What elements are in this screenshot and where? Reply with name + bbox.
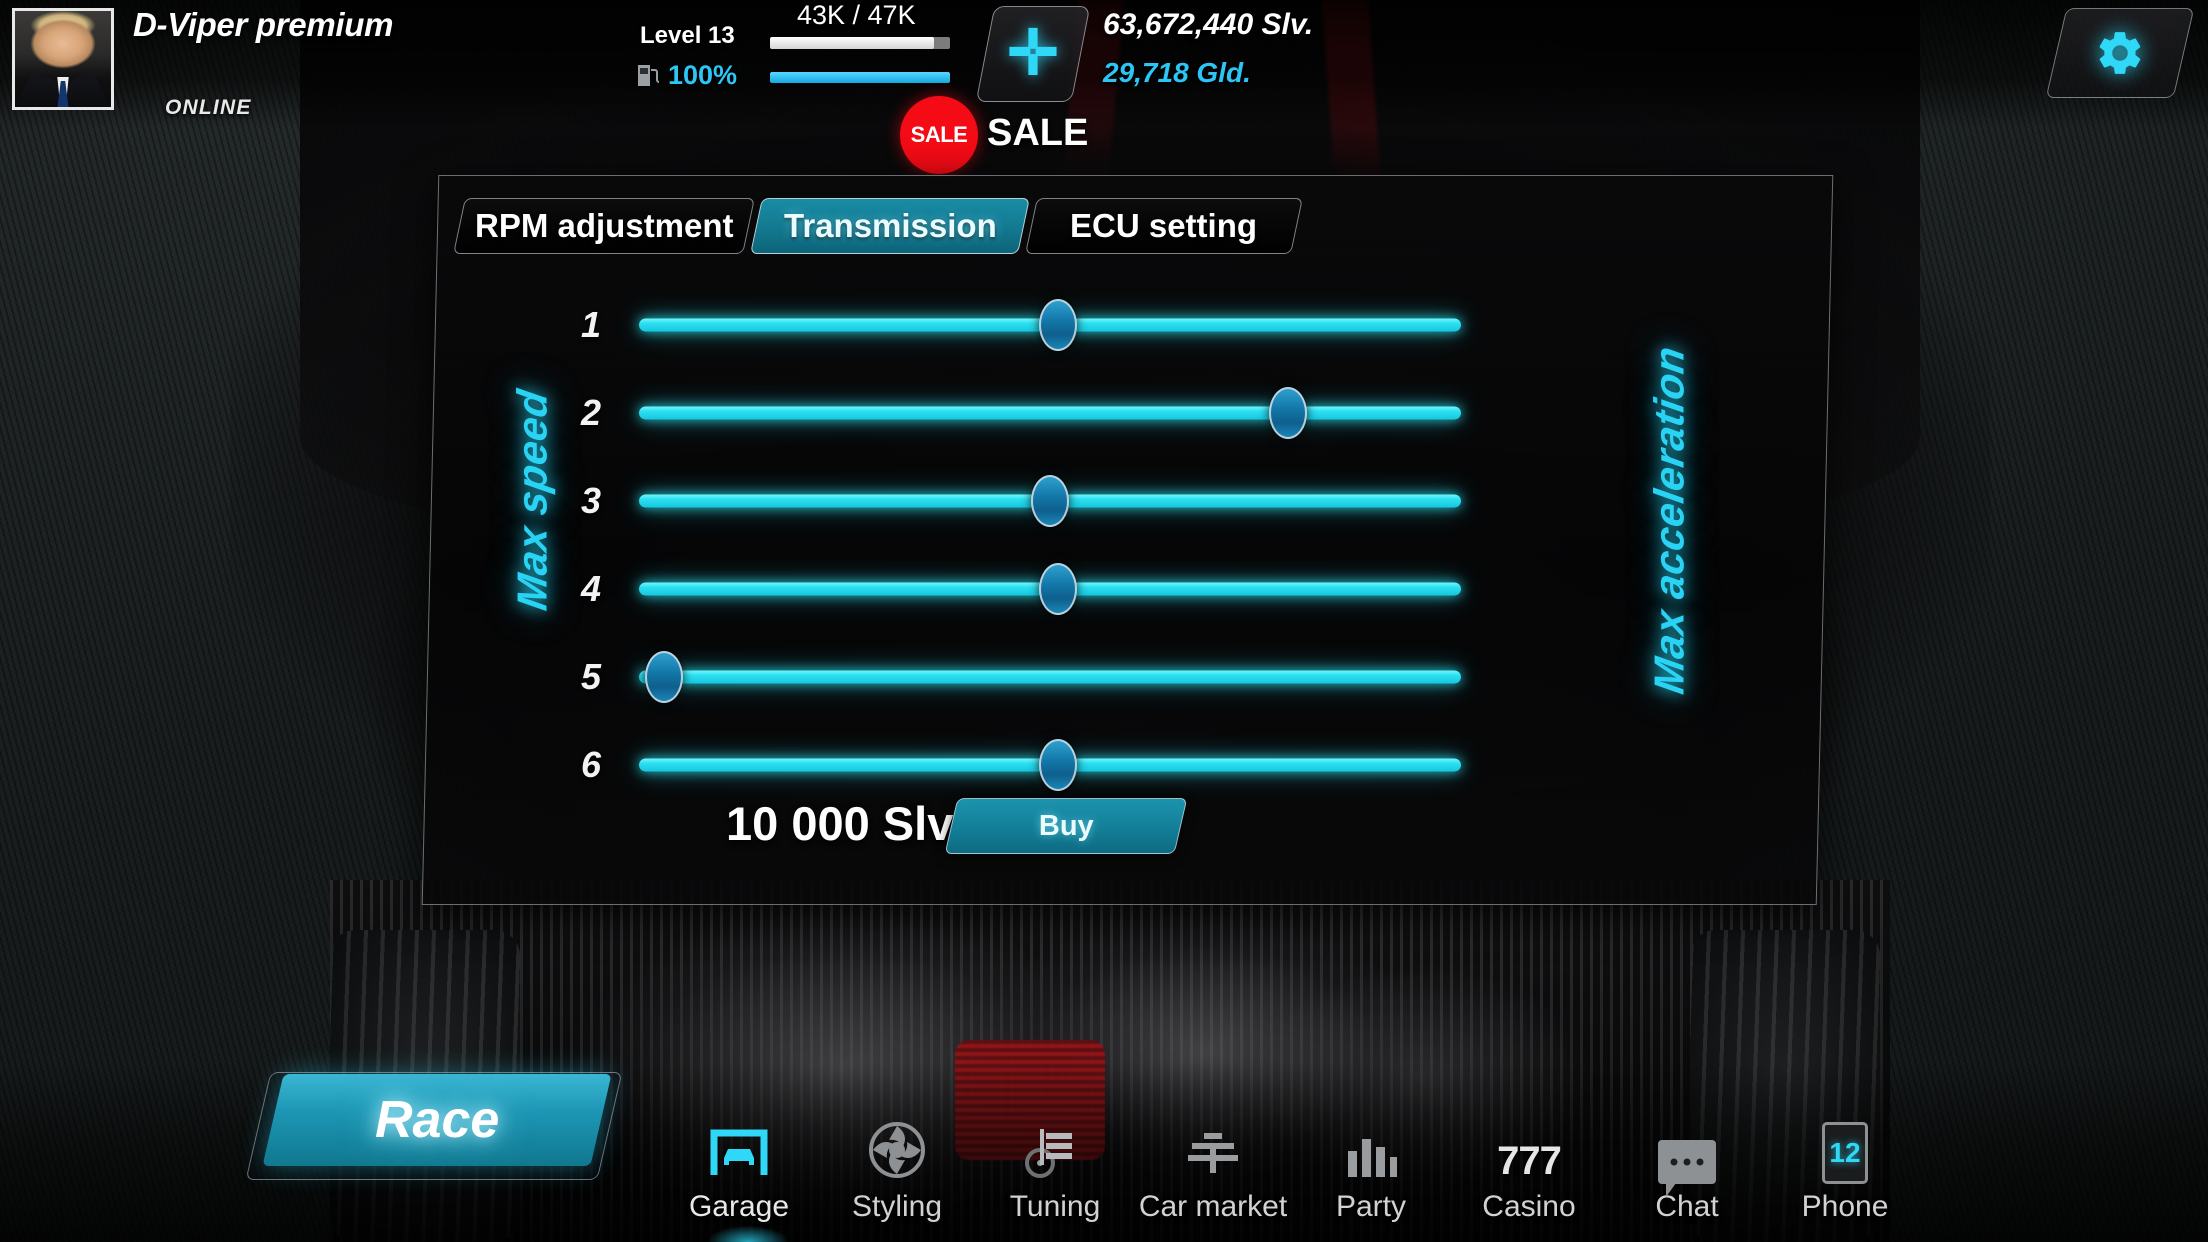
- bottom-bar: Race Garage Styling Tuning Car market Party 7…: [0, 1062, 2208, 1242]
- axis-label-max-acceleration: Max acceleration: [1645, 342, 1693, 697]
- gear-number: 6: [581, 744, 602, 785]
- top-hud: D-Viper premium ONLINE Level 13 43K / 47…: [0, 0, 2208, 174]
- nav-icon-wrap: [708, 1120, 770, 1184]
- xp-bar-fill: [770, 37, 934, 49]
- nav-item-label: Chat: [1655, 1190, 1719, 1223]
- phone-icon: 12: [1822, 1122, 1868, 1184]
- nav-item-label: Car market: [1138, 1190, 1288, 1223]
- wheel-icon: [868, 1121, 926, 1184]
- gear-icon: [2099, 32, 2141, 74]
- tab-ecu-setting[interactable]: ECU setting: [1025, 198, 1303, 254]
- nav-item-label: Phone: [1801, 1190, 1889, 1223]
- nav-icon-wrap: [1658, 1120, 1716, 1197]
- gear-number: 4: [581, 568, 602, 609]
- nav-icon-wrap: [868, 1120, 926, 1184]
- settings-button[interactable]: [2045, 8, 2195, 98]
- tab-transmission[interactable]: Transmission: [750, 198, 1030, 254]
- gear-row-4: 4: [581, 545, 1461, 633]
- buy-button-label: Buy: [1038, 809, 1094, 842]
- gear-number: 2: [581, 392, 602, 433]
- tab-label: ECU setting: [1070, 207, 1258, 244]
- nav-item-label: Casino: [1482, 1190, 1576, 1223]
- toolbox-icon: [1024, 1121, 1086, 1184]
- slider-track[interactable]: [639, 670, 1461, 684]
- buy-button[interactable]: Buy: [944, 798, 1188, 854]
- game-screen: D-Viper premium ONLINE Level 13 43K / 47…: [0, 0, 2208, 1242]
- nav-icon-wrap: [1182, 1120, 1244, 1184]
- nav-bar: Garage Styling Tuning Car market Party 777 Cas…: [660, 1120, 1924, 1230]
- gear-slider-1[interactable]: [639, 299, 1461, 351]
- gear-slider-5[interactable]: [639, 651, 1461, 703]
- slider-knob[interactable]: [1039, 299, 1078, 351]
- gold-amount: 29,718 Gld.: [1103, 57, 1251, 88]
- gear-slider-4[interactable]: [639, 563, 1461, 615]
- gear-row-2: 2: [581, 369, 1461, 457]
- gear-number: 3: [581, 480, 602, 521]
- avatar[interactable]: [12, 8, 114, 110]
- nav-item-garage[interactable]: Garage: [660, 1120, 818, 1230]
- gear-slider-3[interactable]: [639, 475, 1461, 527]
- sale-label: SALE: [987, 112, 1089, 154]
- nav-item-casino[interactable]: 777 Casino: [1450, 1120, 1608, 1230]
- nav-item-phone[interactable]: 12 Phone: [1766, 1120, 1924, 1230]
- tab-label: RPM adjustment: [474, 207, 734, 244]
- nav-icon-wrap: 777: [1497, 1120, 1562, 1184]
- slot-777-icon: 777: [1497, 1139, 1562, 1183]
- race-button[interactable]: Race: [262, 1074, 612, 1166]
- gear-number: 5: [581, 656, 602, 697]
- nav-item-label: Tuning: [1009, 1190, 1101, 1223]
- gear-row-1: 1: [581, 281, 1461, 369]
- tuning-panel: RPM adjustment Transmission ECU setting …: [421, 175, 1834, 905]
- online-status: ONLINE: [165, 96, 252, 119]
- axis-label-max-speed: Max speed: [508, 386, 556, 614]
- gear-row-6: 6: [581, 721, 1461, 809]
- slider-knob[interactable]: [1039, 563, 1078, 615]
- tab-label: Transmission: [783, 207, 997, 244]
- party-icon: [1342, 1125, 1400, 1184]
- nav-item-styling[interactable]: Styling: [818, 1120, 976, 1230]
- nav-item-label: Party: [1335, 1190, 1407, 1223]
- sale-badge: SALE: [900, 96, 978, 174]
- plus-icon: ✛: [1007, 19, 1059, 88]
- gear-row-5: 5: [581, 633, 1461, 721]
- phone-badge: 12: [1829, 1137, 1861, 1168]
- race-button-label: Race: [374, 1091, 500, 1149]
- nav-icon-wrap: [1024, 1120, 1086, 1184]
- nav-item-label: Styling: [851, 1190, 943, 1223]
- fuel-bar-fill: [770, 72, 950, 83]
- market-icon: [1182, 1125, 1244, 1184]
- nav-item-tuning[interactable]: Tuning: [976, 1120, 1134, 1230]
- silver-amount: 63,672,440 Slv.: [1103, 8, 1314, 41]
- gear-row-3: 3: [581, 457, 1461, 545]
- xp-text: 43K / 47K: [797, 0, 916, 30]
- level-label: Level 13: [640, 22, 735, 49]
- xp-bar: [770, 37, 950, 49]
- gear-slider-list: 1 2 3 4 5 6: [581, 281, 1461, 809]
- nav-item-party[interactable]: Party: [1292, 1120, 1450, 1230]
- gear-slider-6[interactable]: [639, 739, 1461, 791]
- nav-item-label: Garage: [688, 1190, 790, 1223]
- slider-knob[interactable]: [1269, 387, 1308, 439]
- slider-knob[interactable]: [1031, 475, 1069, 527]
- tab-bar: RPM adjustment Transmission ECU setting: [453, 198, 1303, 254]
- nav-icon-wrap: 12: [1822, 1120, 1868, 1184]
- nav-icon-wrap: [1342, 1120, 1400, 1184]
- fuel-pump-icon: [638, 65, 659, 86]
- slider-knob[interactable]: [644, 651, 683, 703]
- fuel-bar: [770, 72, 950, 83]
- chat-bubble-icon: [1658, 1140, 1716, 1197]
- player-name: D-Viper premium: [133, 6, 394, 43]
- tab-rpm-adjustment[interactable]: RPM adjustment: [453, 198, 755, 254]
- garage-car-icon: [708, 1125, 770, 1184]
- slider-track[interactable]: [639, 406, 1461, 420]
- nav-item-car-market[interactable]: Car market: [1134, 1120, 1292, 1230]
- nav-item-chat[interactable]: Chat: [1608, 1120, 1766, 1230]
- price-label: 10 000 Slv: [726, 797, 954, 850]
- fuel-percent: 100%: [668, 60, 738, 90]
- gear-number: 1: [581, 304, 602, 345]
- add-currency-button[interactable]: ✛: [975, 6, 1091, 102]
- slider-knob[interactable]: [1039, 739, 1078, 791]
- gear-slider-2[interactable]: [639, 387, 1461, 439]
- sale-badge-label: SALE: [910, 122, 968, 147]
